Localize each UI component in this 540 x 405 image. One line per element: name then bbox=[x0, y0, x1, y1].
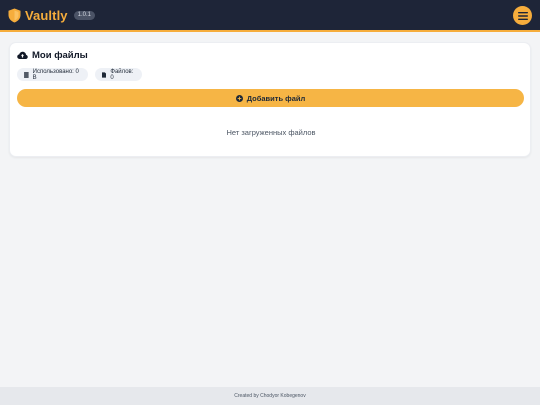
app-name: Vaultly bbox=[25, 7, 68, 23]
file-count-chip: Файлов: 0 bbox=[95, 68, 142, 81]
files-card: Мои файлы Использовано: 0 B Файлов: 0 До… bbox=[9, 42, 531, 157]
storage-used-chip: Использовано: 0 B bbox=[17, 68, 88, 81]
stats-chips: Использовано: 0 B Файлов: 0 bbox=[17, 68, 149, 81]
empty-state-message: Нет загруженных файлов bbox=[226, 128, 316, 137]
add-file-label: Добавить файл bbox=[246, 93, 306, 103]
storage-used-text: Использовано: 0 B bbox=[32, 68, 79, 81]
card-title: Мои файлы bbox=[32, 50, 88, 61]
footer: Created by Chodyor Kobegenov bbox=[0, 387, 540, 405]
file-count-text: Файлов: 0 bbox=[110, 68, 134, 81]
cloud-upload-icon bbox=[17, 51, 28, 59]
menu-button[interactable] bbox=[513, 6, 532, 25]
top-navbar: Vaultly 1.0.1 bbox=[0, 0, 540, 32]
add-file-button[interactable]: Добавить файл bbox=[17, 89, 524, 107]
database-icon bbox=[24, 71, 29, 78]
card-header: Мои файлы bbox=[17, 50, 88, 61]
file-icon bbox=[102, 71, 107, 78]
shield-icon bbox=[8, 8, 21, 23]
hamburger-menu-icon bbox=[517, 11, 528, 20]
plus-circle-icon bbox=[235, 94, 243, 102]
version-badge: 1.0.1 bbox=[73, 10, 95, 20]
brand[interactable]: Vaultly 1.0.1 bbox=[8, 8, 95, 23]
footer-credit: Created by Chodyor Kobegenov bbox=[234, 393, 306, 399]
